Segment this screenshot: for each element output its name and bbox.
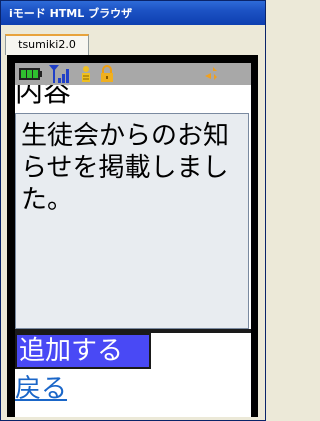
browser-window: iモード HTML ブラウザ tsumiki2.0 内容 生徒会からのお知らせを… xyxy=(0,0,266,421)
phone-screen: 内容 生徒会からのお知らせを掲載しました。 追加する 戻る xyxy=(7,55,258,417)
page-heading: 内容 xyxy=(15,85,251,113)
add-button[interactable]: 追加する xyxy=(15,333,151,369)
status-bar xyxy=(15,63,251,85)
tab-strip: tsumiki2.0 xyxy=(1,25,265,55)
page-content: 内容 生徒会からのお知らせを掲載しました。 追加する 戻る xyxy=(15,85,251,417)
lock-icon xyxy=(101,65,113,82)
title-bar[interactable]: iモード HTML ブラウザ xyxy=(1,1,265,25)
direction-arrows-icon xyxy=(205,67,217,80)
battery-icon xyxy=(19,68,42,80)
heading-label: 内容 xyxy=(15,85,72,108)
content-text: 生徒会からのお知らせを掲載しました。 xyxy=(21,121,230,215)
window-title: iモード HTML ブラウザ xyxy=(9,7,133,20)
back-link[interactable]: 戻る xyxy=(15,373,67,405)
content-textarea[interactable]: 生徒会からのお知らせを掲載しました。 xyxy=(15,113,249,329)
signal-antenna-icon xyxy=(49,65,69,83)
memory-icon xyxy=(82,66,90,82)
tab-tsumiki[interactable]: tsumiki2.0 xyxy=(5,34,89,55)
